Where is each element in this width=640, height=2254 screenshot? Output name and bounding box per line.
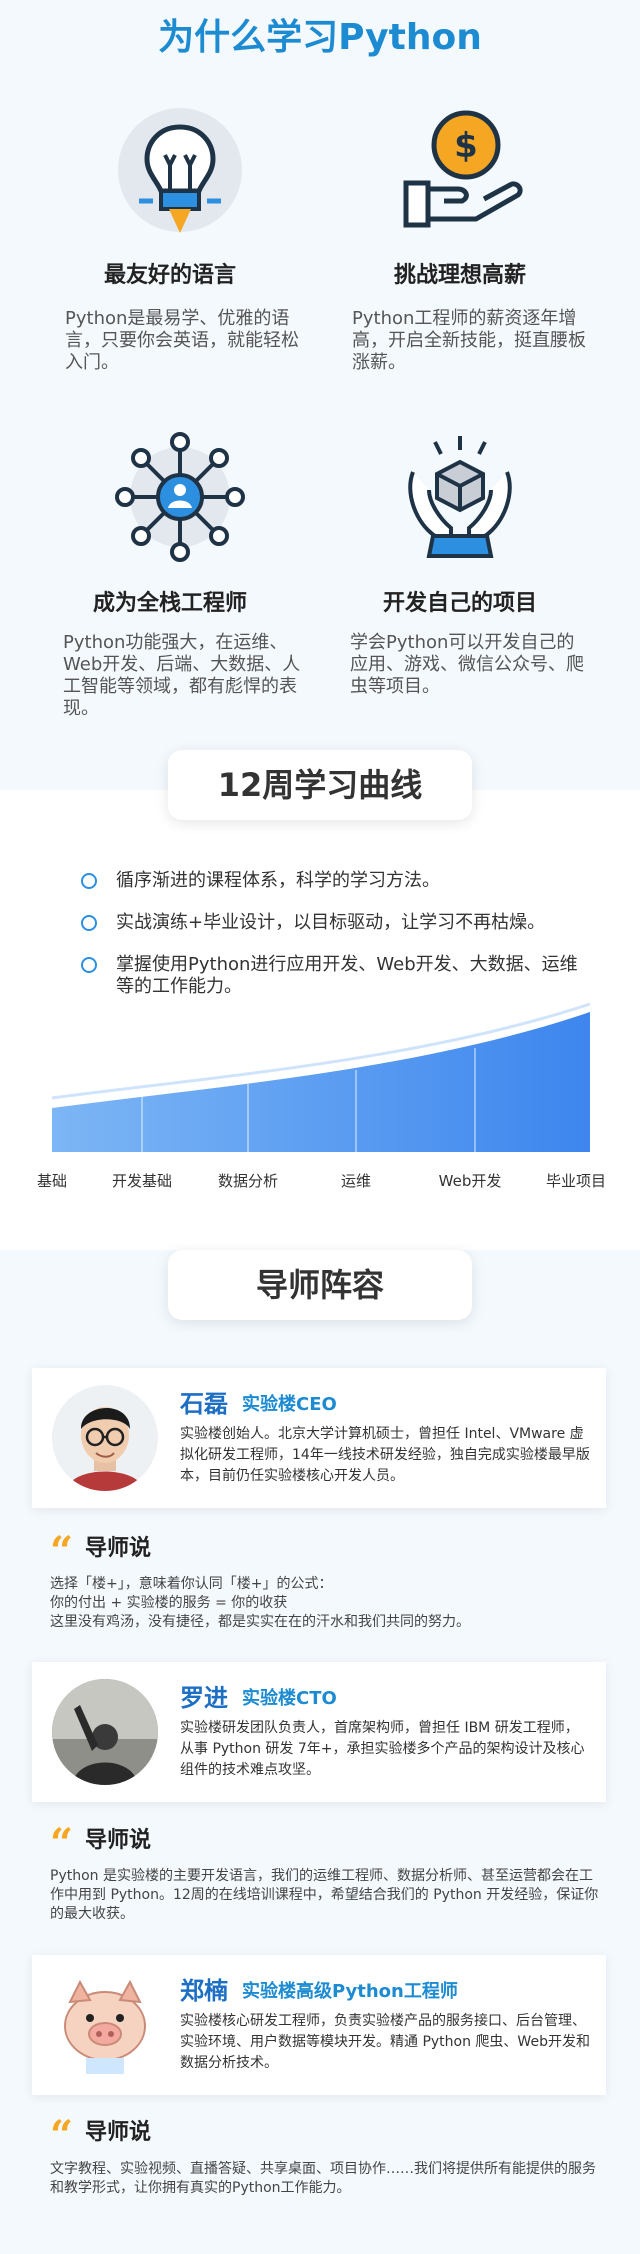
page: 为什么学习Python 最友好的语言 Python是最易学、优雅的语言，只要你会… (0, 0, 640, 2254)
quote-line: 你的付出 + 实验楼的服务 = 你的收获 (50, 1595, 288, 1611)
section-title: 为什么学习Python (158, 17, 482, 58)
quote-line: Python 是实验楼的主要开发语言，我们的运维工程师、数据分析师、甚至运营都会… (50, 1868, 599, 1922)
mentor-role: 实验楼CTO (242, 1688, 337, 1709)
feature-own-project: 开发自己的项目 学会Python可以开发自己的应用、游戏、微信公众号、爬虫等项目… (340, 420, 600, 720)
stage-label: Web开发 (439, 1172, 502, 1190)
mentor-says-heading: “ 导师说 (50, 2112, 151, 2159)
learning-curve-graphic: 基础 开发基础 数据分析 运维 Web开发 毕业项目 (37, 1002, 606, 1190)
lightbulb-icon (115, 105, 245, 235)
learning-curve-section: 12周学习曲线 循序渐进的课程体系，科学的学习方法。 实战演练+毕业设计，以目标… (0, 750, 640, 1250)
feature-desc: Python工程师的薪资逐年增高，开启全新技能，挺直腰板涨薪。 (352, 308, 586, 373)
says-label: 导师说 (85, 2120, 152, 2145)
mentor-role: 实验楼高级Python工程师 (242, 1981, 458, 2002)
mentor-card: 郑楠 实验楼高级Python工程师 实验楼核心研发工程师，负责实验楼产品的服务接… (32, 1955, 606, 2095)
feature-full-stack: 成为全栈工程师 Python功能强大，在运维、Web开发、后端、大数据、人工智能… (50, 420, 310, 740)
circle-bullet-icon (81, 957, 97, 973)
stage-label: 运维 (341, 1172, 371, 1190)
feature-title: 挑战理想高薪 (393, 263, 526, 288)
mentor-says-heading: “ 导师说 (50, 1820, 151, 1867)
mentor-name: 石磊 (180, 1390, 228, 1418)
feature-friendly-language: 最友好的语言 Python是最易学、优雅的语言，只要你会英语，就能轻松入门。 (50, 95, 310, 395)
mentor-name: 罗进 (180, 1684, 228, 1712)
bullet-text: 实战演练+毕业设计，以目标驱动，让学习不再枯燥。 (116, 912, 546, 933)
mentor-quote: Python 是实验楼的主要开发语言，我们的运维工程师、数据分析师、甚至运营都会… (50, 1867, 600, 1924)
avatar (52, 1972, 158, 2078)
avatar (52, 1679, 158, 1785)
list-item: 循序渐进的课程体系，科学的学习方法。 (78, 870, 578, 892)
section-title: 12周学习曲线 (168, 750, 472, 820)
stage-label: 开发基础 (112, 1172, 172, 1190)
quote-icon: “ (50, 1528, 74, 1575)
mentor-role: 实验楼CEO (242, 1394, 337, 1415)
network-user-icon (115, 432, 245, 562)
section-title: 导师阵容 (168, 1250, 472, 1320)
mentor-bio: 实验楼研发团队负责人，首席架构师，曾担任 IBM 研发工程师，从事 Python… (180, 1720, 585, 1778)
says-label: 导师说 (85, 1536, 152, 1561)
quote-icon: “ (50, 1820, 74, 1867)
feature-high-salary: $ 挑战理想高薪 Python工程师的薪资逐年增高，开启全新技能，挺直腰板涨薪。 (340, 95, 600, 395)
quote-line: 选择「楼+」，意味着你认同「楼+」的公式： (50, 1576, 333, 1592)
hands-cube-icon (395, 432, 525, 562)
circle-bullet-icon (81, 873, 97, 889)
bullet-text: 循序渐进的课程体系，科学的学习方法。 (116, 870, 440, 891)
quote-icon: “ (50, 2112, 74, 2159)
mentor-card: 石磊 实验楼CEO 实验楼创始人。北京大学计算机硕士，曾担任 Intel、VMw… (32, 1368, 606, 1508)
quote-line: 文字教程、实验视频、直播答疑、共享桌面、项目协作……我们将提供所有能提供的服务和… (50, 2161, 596, 2196)
says-label: 导师说 (85, 1828, 152, 1853)
stage-label: 基础 (37, 1172, 67, 1190)
stage-label: 毕业项目 (546, 1172, 606, 1190)
feature-title: 最友好的语言 (103, 263, 236, 288)
mentor-bio: 实验楼核心研发工程师，负责实验楼产品的服务接口、后台管理、实验环境、用户数据等模… (180, 2013, 590, 2071)
mentor-quote: 文字教程、实验视频、直播答疑、共享桌面、项目协作……我们将提供所有能提供的服务和… (50, 2160, 600, 2198)
mentor-quote: 选择「楼+」，意味着你认同「楼+」的公式： 你的付出 + 实验楼的服务 = 你的… (50, 1575, 600, 1632)
stage-label: 数据分析 (218, 1172, 278, 1190)
circle-bullet-icon (81, 915, 97, 931)
list-item: 实战演练+毕业设计，以目标驱动，让学习不再枯燥。 (78, 912, 578, 934)
feature-desc: 学会Python可以开发自己的应用、游戏、微信公众号、爬虫等项目。 (350, 632, 584, 697)
money-hand-icon: $ (400, 105, 530, 235)
curve-area (52, 1012, 590, 1152)
feature-desc: Python功能强大，在运维、Web开发、后端、大数据、人工智能等领域，都有彪悍… (63, 632, 301, 719)
quote-line: 这里没有鸡汤，没有捷径，都是实实在在的汗水和我们共同的努力。 (50, 1614, 470, 1630)
mentor-card: 罗进 实验楼CTO 实验楼研发团队负责人，首席架构师，曾担任 IBM 研发工程师… (32, 1662, 606, 1802)
why-python-section: 为什么学习Python 最友好的语言 Python是最易学、优雅的语言，只要你会… (0, 0, 640, 790)
mentor-name: 郑楠 (180, 1977, 228, 2005)
svg-text:$: $ (454, 126, 478, 166)
mentors-section: 导师阵容 石磊 实验楼CEO 实验楼创始人。北京大学计算机硕士，曾担任 Inte (0, 1250, 640, 2254)
avatar (52, 1385, 158, 1491)
mentor-bio: 实验楼创始人。北京大学计算机硕士，曾担任 Intel、VMware 虚拟化研发工… (180, 1426, 590, 1484)
feature-title: 成为全栈工程师 (92, 591, 247, 616)
feature-desc: Python是最易学、优雅的语言，只要你会英语，就能轻松入门。 (65, 308, 299, 373)
feature-title: 开发自己的项目 (382, 591, 537, 616)
mentor-says-heading: “ 导师说 (50, 1528, 151, 1575)
